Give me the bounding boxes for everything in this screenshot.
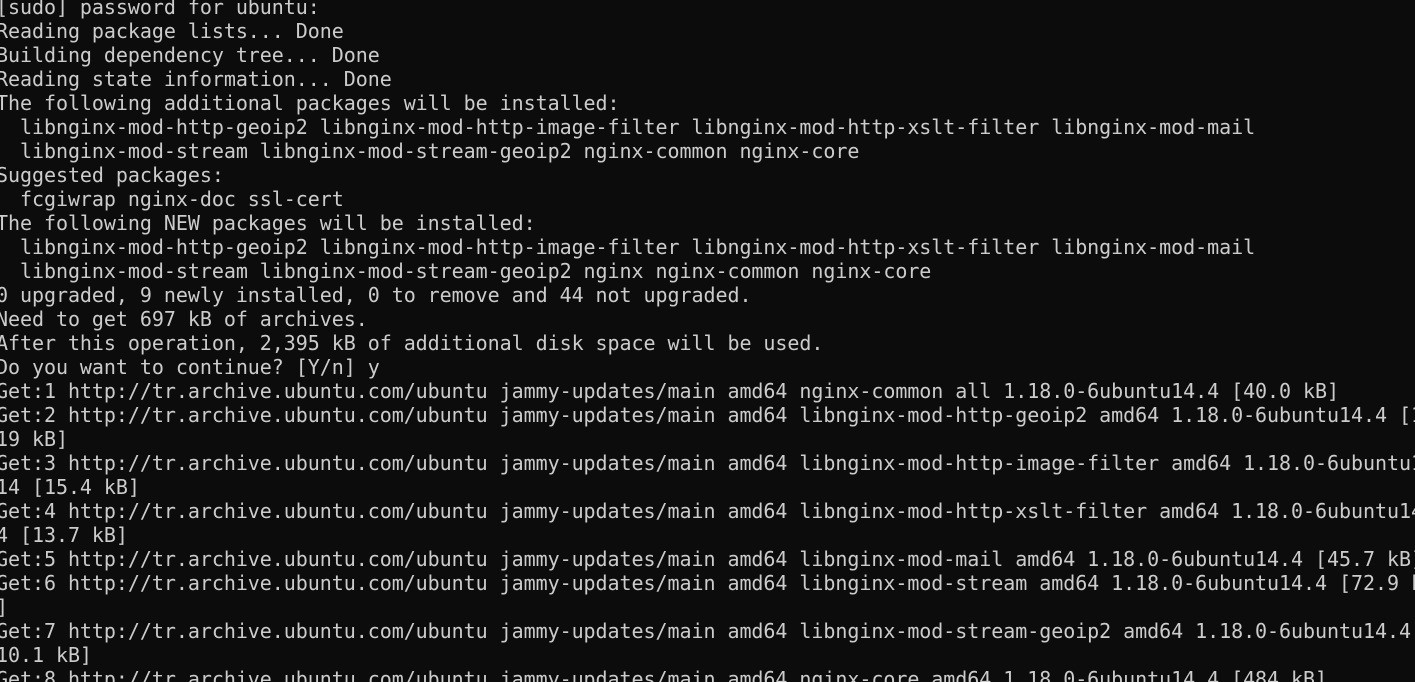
terminal-line: ] (0, 595, 1415, 619)
terminal-line: Suggested packages: (0, 163, 224, 187)
terminal-line: Get:1 http://tr.archive.ubuntu.com/ubunt… (0, 379, 1339, 403)
terminal-line: Get:8 http://tr.archive.ubuntu.com/ubunt… (0, 667, 1328, 682)
terminal-window[interactable]: [sudo] password for ubuntu: Reading pack… (0, 0, 1415, 682)
terminal-line: 4 [13.7 kB] (0, 523, 128, 547)
terminal-line: Get:3 http://tr.archive.ubuntu.com/ubunt… (0, 451, 1415, 475)
terminal-line: libnginx-mod-http-geoip2 libnginx-mod-ht… (0, 115, 1256, 139)
terminal-line: fcgiwrap nginx-doc ssl-cert (0, 187, 344, 211)
terminal-line: The following additional packages will b… (0, 91, 620, 115)
terminal-line: Reading state information... Done (0, 67, 392, 91)
terminal-line: The following NEW packages will be insta… (0, 211, 536, 235)
terminal-line: 19 kB] (0, 427, 68, 451)
terminal-line: libnginx-mod-stream libnginx-mod-stream-… (0, 259, 932, 283)
terminal-line: 14 [15.4 kB] (0, 475, 140, 499)
terminal-line: libnginx-mod-http-geoip2 libnginx-mod-ht… (0, 235, 1256, 259)
terminal-line: Get:2 http://tr.archive.ubuntu.com/ubunt… (0, 403, 1415, 427)
terminal-line: Get:6 http://tr.archive.ubuntu.com/ubunt… (0, 571, 1415, 595)
terminal-line: Do you want to continue? [Y/n] y (0, 355, 380, 379)
terminal-line: After this operation, 2,395 kB of additi… (0, 331, 824, 355)
terminal-line: Need to get 697 kB of archives. (0, 307, 368, 331)
terminal-line: 10.1 kB] (0, 643, 92, 667)
terminal-line: Building dependency tree... Done (0, 43, 380, 67)
terminal-line: Get:7 http://tr.archive.ubuntu.com/ubunt… (0, 619, 1411, 643)
terminal-output: [sudo] password for ubuntu: Reading pack… (0, 0, 1415, 682)
terminal-line: libnginx-mod-stream libnginx-mod-stream-… (0, 139, 860, 163)
terminal-line: Reading package lists... Done (0, 19, 344, 43)
terminal-line: [sudo] password for ubuntu: (0, 0, 320, 19)
terminal-line: Get:5 http://tr.archive.ubuntu.com/ubunt… (0, 547, 1415, 571)
terminal-line: 0 upgraded, 9 newly installed, 0 to remo… (0, 283, 752, 307)
terminal-line: Get:4 http://tr.archive.ubuntu.com/ubunt… (0, 499, 1415, 523)
